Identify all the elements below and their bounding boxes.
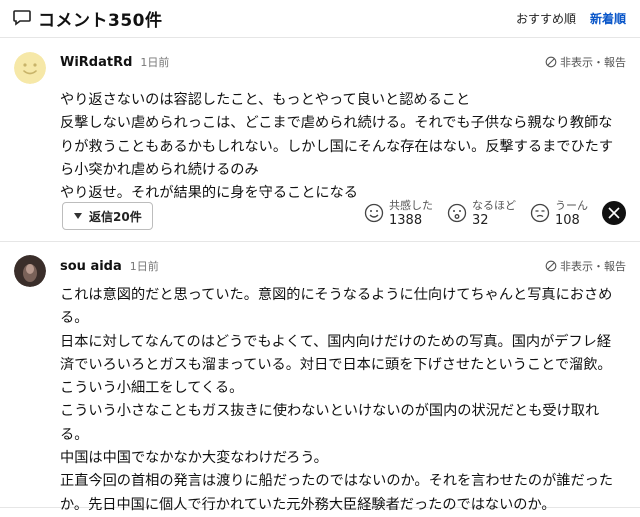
reaction-label: なるほど: [472, 199, 516, 212]
comment-body: やり返さないのは容認したこと、もっとやって良いと認めること 反撃しない虐められっ…: [60, 89, 626, 205]
reaction-count: 108: [555, 213, 580, 228]
comment-meta: sou aida 1日前: [60, 258, 159, 274]
sort-options: おすすめ順 新着順: [516, 10, 626, 27]
comments-count-title: コメント350件: [38, 11, 163, 31]
sort-recommended-link[interactable]: おすすめ順: [516, 10, 576, 27]
comment-username[interactable]: WiRdatRd: [60, 55, 132, 70]
replies-count-label: 返信20件: [89, 209, 142, 224]
reaction-count: 1388: [389, 213, 423, 228]
comment-line: る。: [60, 426, 89, 443]
reaction-count: 32: [472, 213, 489, 228]
comment-line: か。先日中国に個人で行かれていた元外務大臣経験者だったのではないのか。: [60, 496, 556, 513]
reaction-naruhodo-button[interactable]: なるほど 32: [447, 198, 516, 228]
avatar: [14, 52, 46, 84]
smile-face-icon: [364, 203, 384, 223]
comment-line: る。: [60, 310, 89, 327]
triangle-down-icon: [74, 213, 82, 219]
comment-line: 済でいろいろとガスも溜まっている。対日で日本に頭を下げさせたということで溜飲。: [60, 356, 612, 373]
comment-line: ら小突かれ虐められ続けるのみ: [60, 161, 259, 178]
replies-toggle-button[interactable]: 返信20件: [62, 202, 153, 230]
hide-report-button[interactable]: 非表示・報告: [545, 258, 626, 274]
speech-bubble-icon: [12, 7, 32, 31]
comment-line: こういう小さなこともガス抜きに使わないといけないのが国内の状況だとも受け取れ: [60, 403, 600, 420]
reaction-label: うーん: [555, 199, 588, 212]
hide-icon: [545, 56, 557, 68]
comment-line: これは意図的だと思っていた。意図的にそうなるように仕向けてちゃんと写真におさめ: [60, 287, 613, 303]
comment-line: やり返さないのは容認したこと、もっとやって良いと認めること: [60, 92, 471, 108]
comments-header: コメント350件 おすすめ順 新着順: [0, 0, 640, 38]
default-smile-avatar-icon: [14, 52, 46, 84]
hide-report-button[interactable]: 非表示・報告: [545, 54, 626, 70]
comment-line: 反撃しない虐められっこは、どこまで虐められ続ける。それでも子供なら親なり教師な: [60, 115, 613, 132]
x-logo-icon: [608, 207, 620, 219]
share-x-button[interactable]: [602, 201, 626, 225]
user-photo-avatar: [14, 255, 46, 287]
hide-report-label: 非表示・報告: [560, 56, 626, 69]
comment-line: 日本に対してなんてのはどうでもよくて、国内向けだけのための写真。国内がデフレ経: [60, 333, 612, 350]
thinking-face-icon: [530, 203, 550, 223]
comment-item: sou aida 1日前 非表示・報告 これは意図的だと思っていた。意図的にそう…: [0, 242, 640, 513]
hide-icon: [545, 260, 557, 272]
hide-report-label: 非表示・報告: [560, 260, 626, 273]
comment-line: りが救うこともあるかもしれない。しかし国にそんな存在はない。反撃するまでひたす: [60, 138, 614, 155]
comment-line: 正直今回の首相の発言は渡りに船だったのではないのか。それを言わせたのが誰だった: [60, 473, 614, 490]
comment-body: これは意図的だと思っていた。意図的にそうなるように仕向けてちゃんと写真におさめ …: [60, 284, 626, 517]
reaction-label: 共感した: [389, 199, 433, 212]
sort-newest-link[interactable]: 新着順: [590, 10, 626, 27]
comment-line: 中国は中国でなかなか大変なわけだろう。: [60, 450, 328, 467]
reaction-empathize-button[interactable]: 共感した 1388: [364, 198, 433, 228]
avatar: [14, 255, 46, 287]
comment-meta: WiRdatRd 1日前: [60, 54, 169, 70]
reaction-uun-button[interactable]: うーん 108: [530, 198, 588, 228]
comment-time: 1日前: [129, 260, 159, 273]
comment-item: WiRdatRd 1日前 非表示・報告 やり返さないのは容認したこと、もっとやっ…: [0, 38, 640, 242]
comment-time: 1日前: [140, 56, 170, 69]
comment-username[interactable]: sou aida: [60, 259, 122, 274]
comment-line: こういう小細工をしてくる。: [60, 380, 244, 397]
surprised-face-icon: [447, 203, 467, 223]
comments-title-group: コメント350件: [12, 6, 163, 31]
reaction-bar: 共感した 1388 なるほど 32 うーん 108: [364, 198, 626, 228]
